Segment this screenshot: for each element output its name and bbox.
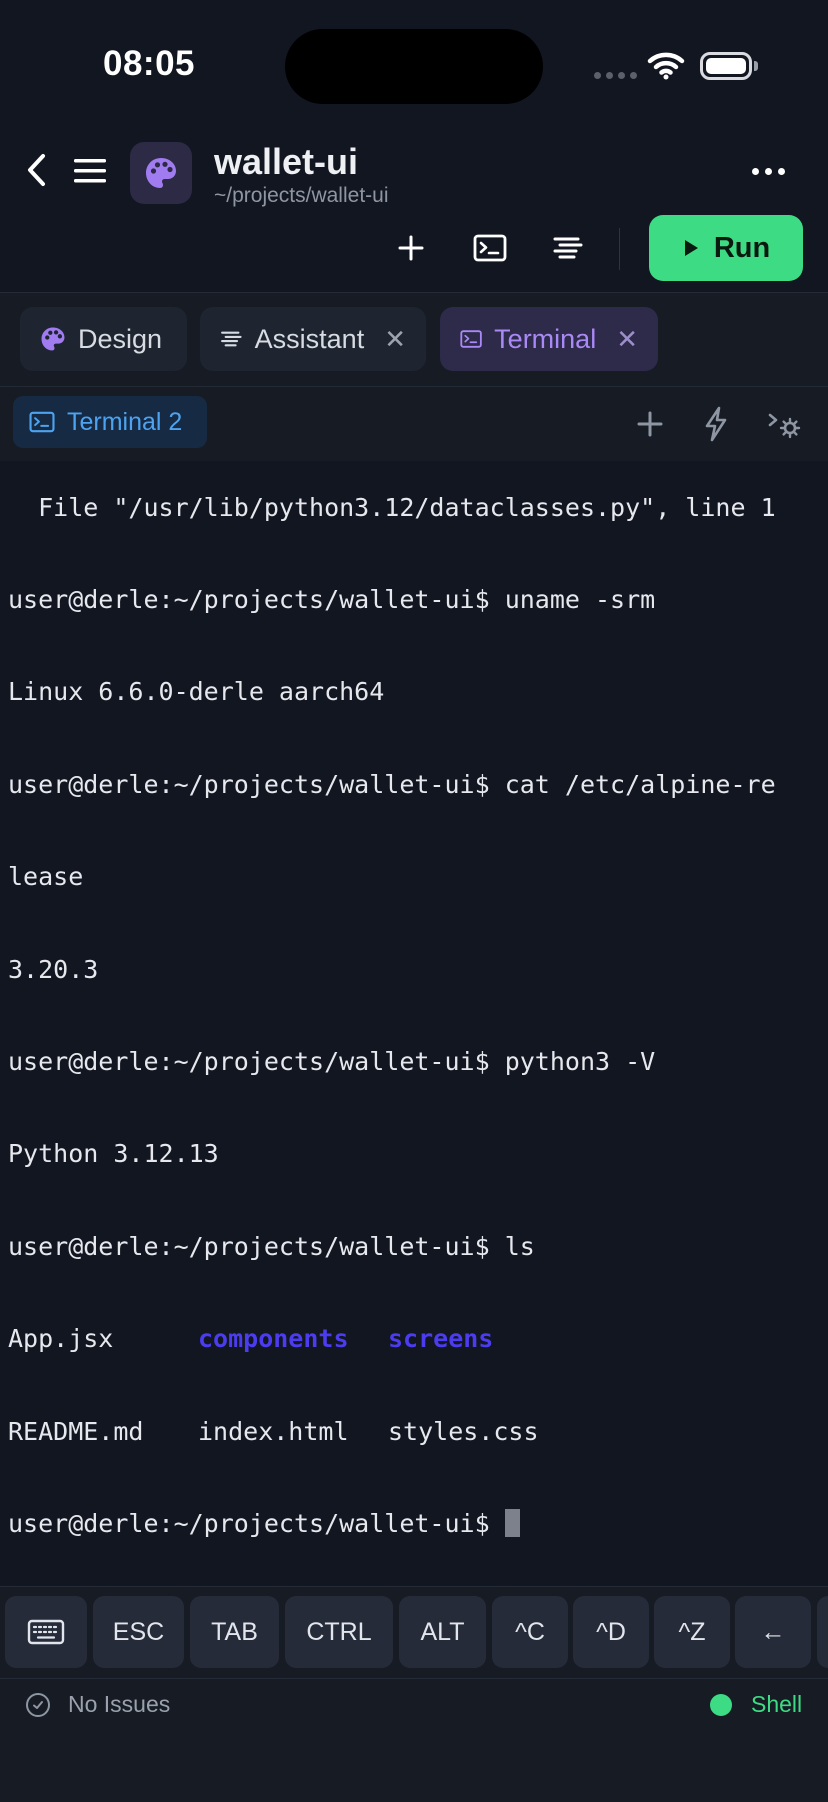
shell-status[interactable]: Shell: [751, 1691, 802, 1718]
play-icon: [684, 240, 698, 256]
battery-icon: [700, 52, 752, 80]
ctrl-key[interactable]: CTRL: [285, 1596, 393, 1668]
run-button[interactable]: Run: [649, 215, 803, 281]
terminal-line: File "/usr/lib/python3.12/dataclasses.py…: [8, 492, 776, 522]
terminal-session-tab[interactable]: Terminal 2: [13, 396, 207, 448]
esc-key[interactable]: ESC: [93, 1596, 184, 1668]
palette-icon: [41, 327, 65, 351]
terminal-session-label: Terminal 2: [67, 407, 183, 436]
terminal-settings-icon: [768, 413, 801, 439]
shell-status-dot: [710, 1694, 732, 1716]
tab-design[interactable]: Design: [20, 307, 187, 371]
keyboard-icon: [27, 1619, 65, 1645]
issues-status[interactable]: No Issues: [68, 1691, 170, 1718]
ctrl-c-key[interactable]: ^C: [492, 1596, 568, 1668]
add-button[interactable]: [389, 228, 433, 268]
alt-key[interactable]: ALT: [399, 1596, 486, 1668]
tab-label: Assistant: [254, 323, 365, 354]
more-button[interactable]: [752, 168, 785, 175]
new-terminal-button[interactable]: [630, 404, 670, 444]
project-name: wallet-ui: [214, 141, 359, 182]
terminal-icon: [473, 234, 507, 262]
tab-key[interactable]: TAB: [190, 1596, 279, 1668]
plus-icon: [398, 235, 424, 261]
terminal-prompt-line: user@derle:~/projects/wallet-ui$: [8, 1508, 776, 1540]
status-time: 08:05: [103, 44, 196, 83]
terminal-settings-button[interactable]: [764, 404, 804, 444]
terminal-line: user@derle:~/projects/wallet-ui$ ls: [8, 1231, 535, 1261]
lines-icon: [221, 331, 242, 347]
lines-icon: [553, 237, 583, 259]
quick-action-button[interactable]: [696, 404, 736, 444]
close-icon[interactable]: ✕: [616, 324, 638, 355]
tab-assistant[interactable]: Assistant ✕: [200, 307, 426, 371]
keyboard-toggle-key[interactable]: [5, 1596, 87, 1668]
terminal-output[interactable]: File "/usr/lib/python3.12/dataclasses.py…: [0, 446, 828, 1586]
terminal-line: user@derle:~/projects/wallet-ui$ python3…: [8, 1046, 656, 1076]
ctrl-d-key[interactable]: ^D: [573, 1596, 649, 1668]
toolbar-divider: [619, 228, 620, 270]
open-terminal-button[interactable]: [468, 228, 512, 268]
file-name: README.md: [8, 1416, 144, 1446]
signal-icon: [594, 72, 637, 79]
directory-name: screens: [388, 1324, 494, 1354]
file-name: index.html: [198, 1416, 349, 1446]
arrow-left-key[interactable]: ←: [735, 1596, 811, 1668]
tab-label: Design: [78, 323, 163, 354]
menu-button[interactable]: [72, 156, 110, 186]
terminal-cursor: [504, 1508, 520, 1537]
tab-terminal[interactable]: Terminal ✕: [440, 307, 658, 371]
directory-name: components: [198, 1324, 349, 1354]
run-label: Run: [713, 231, 771, 264]
terminal-icon: [29, 411, 55, 433]
dynamic-island: [285, 29, 543, 104]
ctrl-z-key[interactable]: ^Z: [654, 1596, 730, 1668]
terminal-line: Linux 6.6.0-derle aarch64: [8, 677, 385, 707]
file-name: App.jsx: [8, 1324, 114, 1354]
project-path: ~/projects/wallet-ui: [214, 184, 389, 207]
terminal-line: 3.20.3: [8, 954, 99, 984]
terminal-line: Python 3.12.13: [8, 1139, 219, 1169]
wifi-icon: [647, 52, 685, 80]
palette-icon: [146, 158, 176, 188]
check-circle-icon: [26, 1693, 50, 1717]
plus-icon: [637, 411, 663, 437]
tab-label: Terminal: [494, 323, 597, 354]
terminal-icon: [460, 330, 482, 348]
project-icon: [130, 142, 192, 204]
terminal-prompt: user@derle:~/projects/wallet-ui$: [8, 1508, 505, 1538]
bolt-icon: [705, 406, 727, 442]
terminal-line: lease: [8, 862, 84, 892]
terminal-line: user@derle:~/projects/wallet-ui$ uname -…: [8, 584, 656, 614]
back-button[interactable]: [20, 150, 54, 190]
terminal-line-ls-2: README.md index.html styles.css: [8, 1417, 776, 1448]
assistant-button[interactable]: [546, 228, 590, 268]
close-icon[interactable]: ✕: [384, 324, 406, 355]
terminal-line-ls-1: App.jsx components screens: [8, 1324, 776, 1355]
next-key[interactable]: [817, 1596, 828, 1668]
file-name: styles.css: [388, 1416, 539, 1446]
terminal-line: user@derle:~/projects/wallet-ui$ cat /et…: [8, 769, 776, 799]
battery-tip: [754, 61, 758, 71]
